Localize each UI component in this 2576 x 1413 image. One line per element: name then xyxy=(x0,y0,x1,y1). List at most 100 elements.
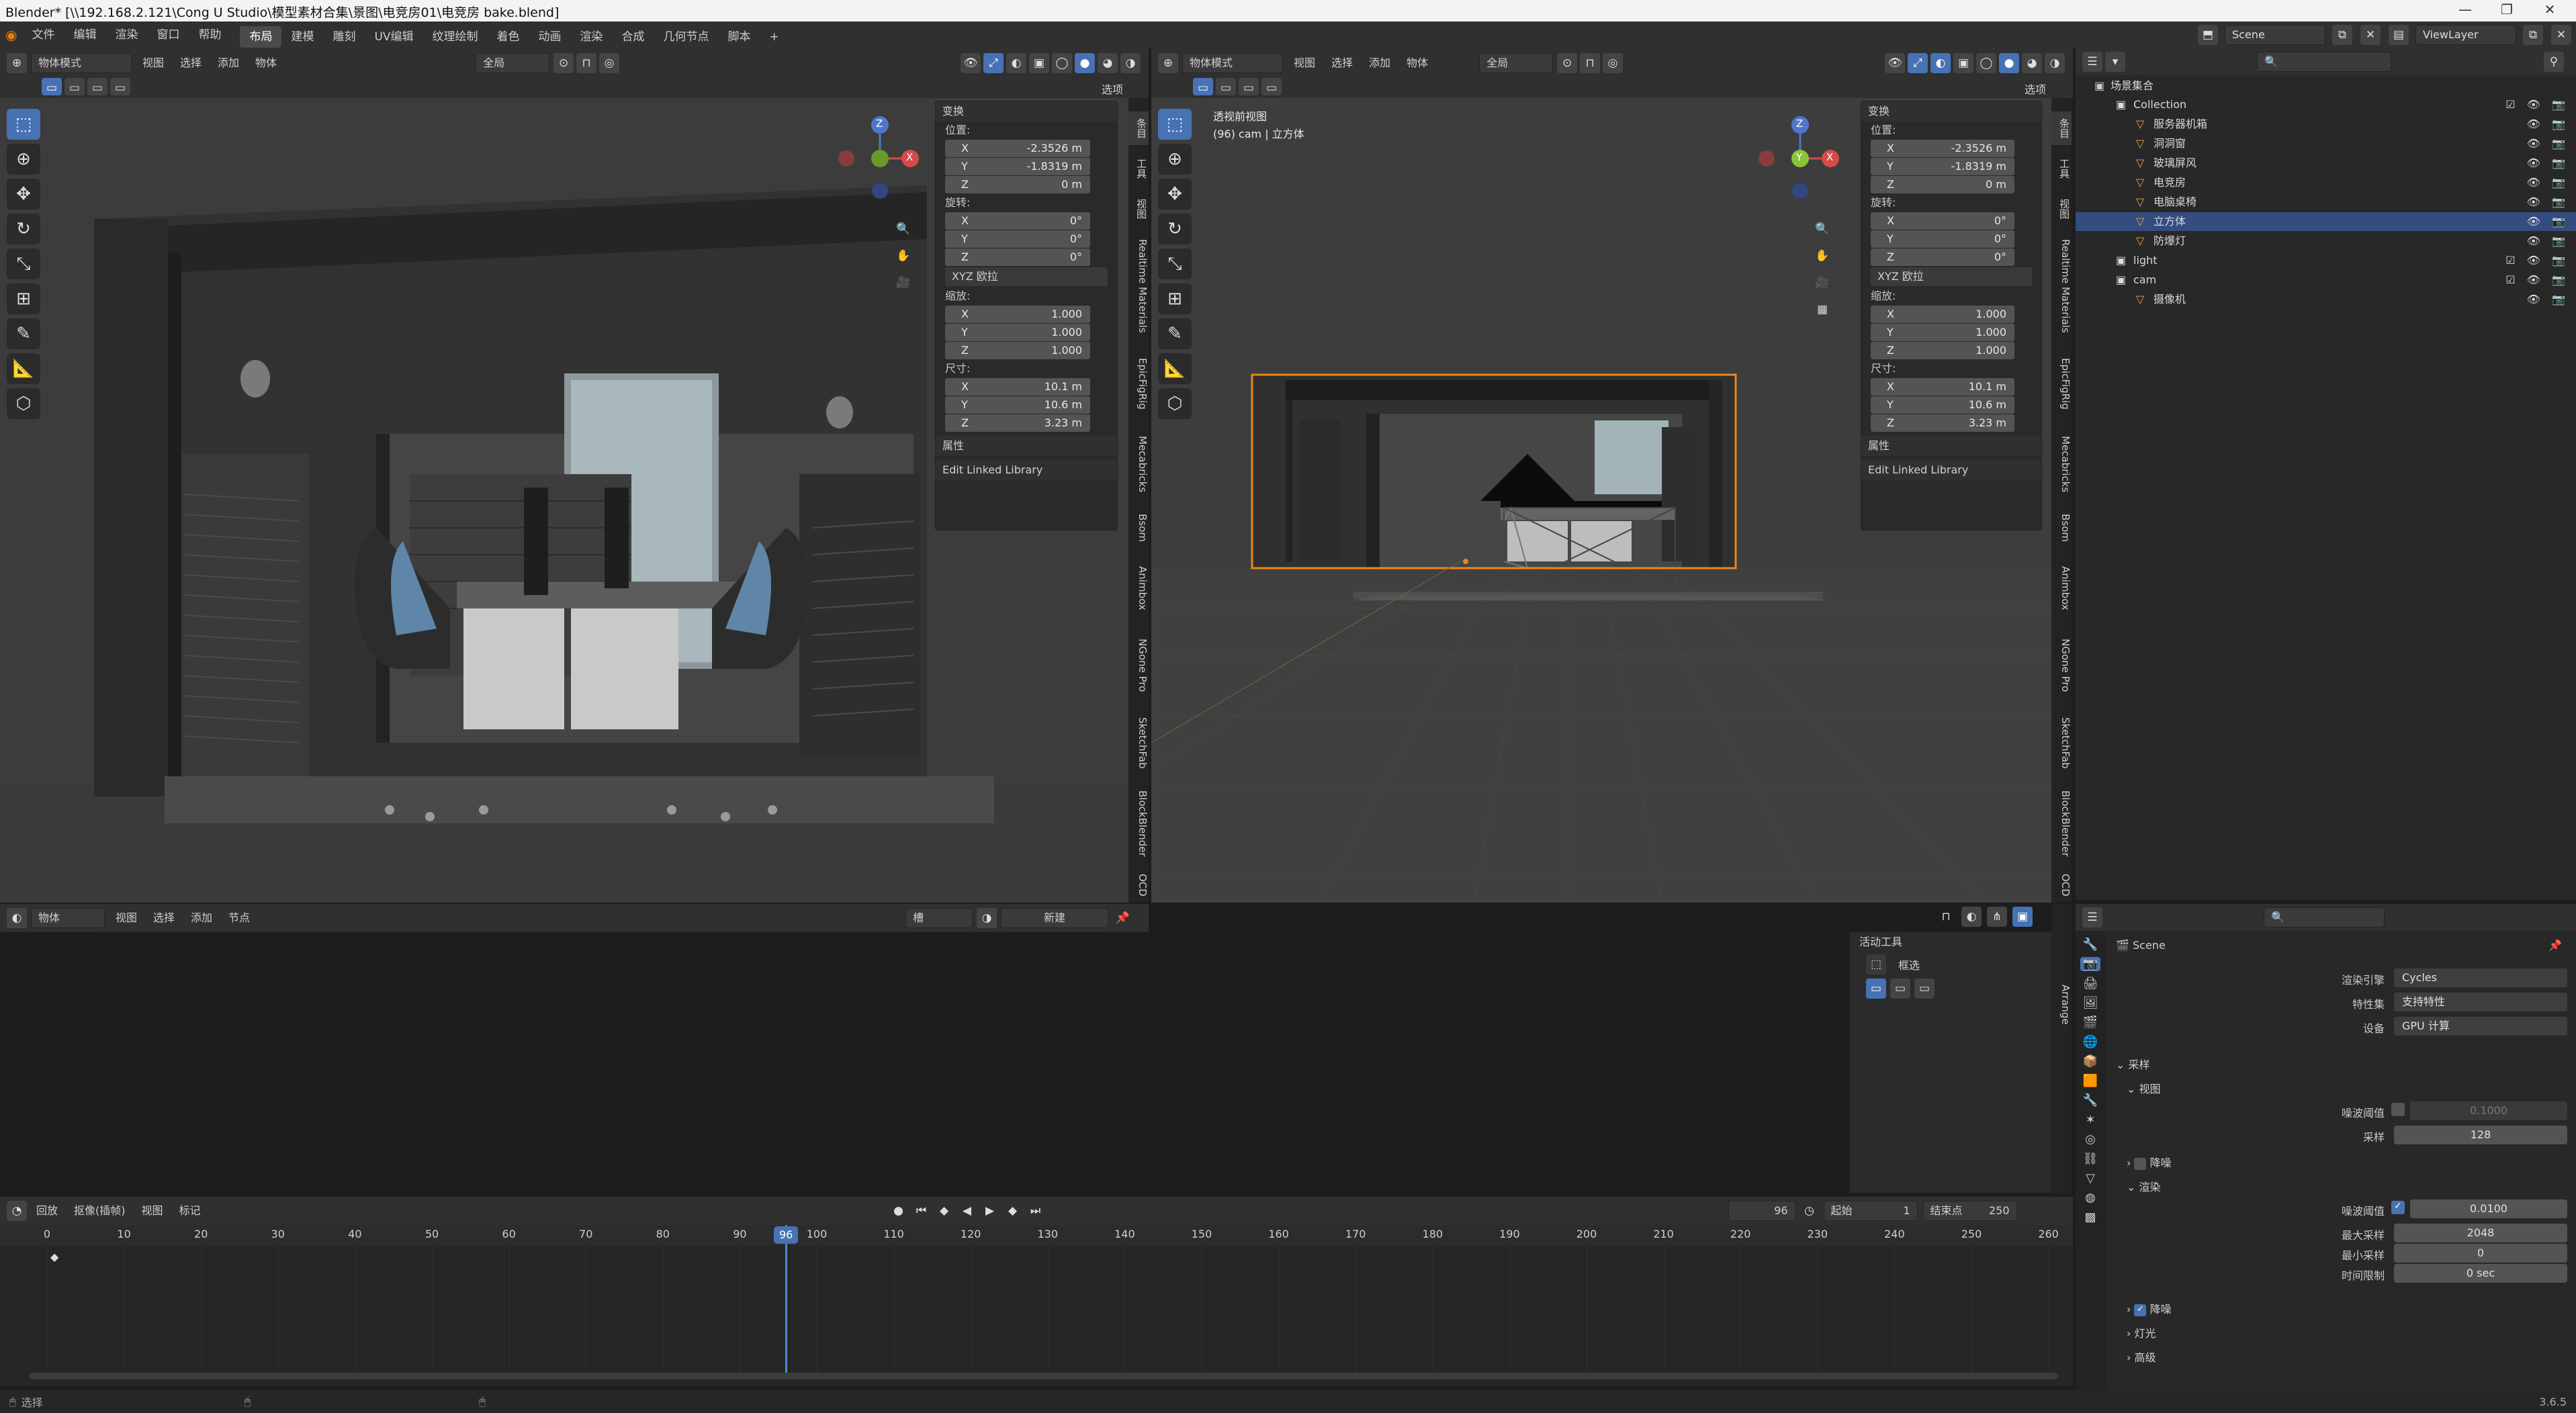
data-tab-icon[interactable]: ▽ xyxy=(2086,1171,2095,1185)
menu-file[interactable]: 文件 xyxy=(22,21,64,48)
menu-add[interactable]: 添加 xyxy=(210,48,247,78)
sidebar-tab-blockblender[interactable]: BlockBlender xyxy=(1128,783,1149,864)
max-samples-field[interactable]: 2048 xyxy=(2394,1224,2567,1242)
workspace-tab-rendering[interactable]: 渲染 xyxy=(571,26,613,48)
mode-dropdown[interactable]: 物体模式 xyxy=(31,53,132,73)
menu-node[interactable]: 节点 xyxy=(220,903,258,933)
menu-view[interactable]: 视图 xyxy=(134,1196,171,1226)
particles-tab-icon[interactable]: ✶ xyxy=(2085,1113,2095,1127)
sidebar-tab-ngone-pro[interactable]: NGone Pro xyxy=(2051,629,2072,702)
playhead[interactable] xyxy=(785,1225,788,1379)
rotation-x-field[interactable]: X 0° xyxy=(1871,212,2014,230)
rotation-z-field[interactable]: Z 0° xyxy=(945,248,1090,266)
visibility-toggle-icons[interactable]: ☑ 👁 📷 xyxy=(2505,95,2569,114)
menu-select[interactable]: 选择 xyxy=(172,48,210,78)
menu-window[interactable]: 窗口 xyxy=(147,21,189,48)
outliner-item[interactable]: ▽ 摄像机 👁 📷 xyxy=(2076,290,2576,309)
camera-view-icon[interactable]: 🎥 xyxy=(893,273,914,293)
material-shading-icon[interactable]: ◕ xyxy=(2022,53,2042,73)
outliner-item[interactable]: ▣ cam ☑ 👁 📷 xyxy=(2076,271,2576,289)
wireframe-shading-icon[interactable]: ◯ xyxy=(1976,53,1996,73)
menu-keying[interactable]: 抠像(插帧) xyxy=(66,1196,134,1226)
rotation-y-field[interactable]: Y 0° xyxy=(1871,230,2014,248)
menu-object[interactable]: 物体 xyxy=(1398,48,1436,78)
material-browse-icon[interactable]: ◑ xyxy=(977,908,997,928)
viewport-denoise-checkbox[interactable] xyxy=(2134,1157,2147,1170)
node-editor-type-icon[interactable]: ◐ xyxy=(7,908,27,928)
transform-section-title[interactable]: 变换 xyxy=(936,101,1117,122)
scale-z-field[interactable]: Z 1.000 xyxy=(945,342,1090,359)
options-button[interactable]: 选项 xyxy=(1102,81,1123,97)
render-tab-icon[interactable]: 📷 xyxy=(2080,957,2101,971)
measure-tool-icon[interactable]: 📐 xyxy=(1158,353,1192,384)
outliner-item[interactable]: ▽ 电脑桌椅 👁 📷 xyxy=(2076,193,2576,212)
properties-search-field[interactable]: 🔍 xyxy=(2264,907,2385,927)
jump-end-icon[interactable]: ⏭ xyxy=(1026,1201,1046,1221)
sidebar-tab-tool[interactable]: 工具 xyxy=(2051,152,2072,185)
scale-y-field[interactable]: Y 1.000 xyxy=(1871,324,2014,341)
advanced-section[interactable]: › 高级 xyxy=(2127,1349,2156,1365)
maximize-button[interactable]: ❐ xyxy=(2493,1,2520,17)
end-frame-field[interactable]: 结束点 250 xyxy=(1922,1201,2017,1221)
material-shading-icon[interactable]: ◕ xyxy=(1098,53,1118,73)
rotation-mode-dropdown[interactable]: XYZ 欧拉 xyxy=(1871,267,2032,286)
output-tab-icon[interactable]: 🖨 xyxy=(2083,976,2098,991)
edit-linked-library-section[interactable]: Edit Linked Library xyxy=(1861,460,2041,480)
render-engine-dropdown[interactable]: Cycles xyxy=(2394,968,2567,987)
mode-dropdown[interactable]: 物体模式 xyxy=(1182,53,1283,73)
render-denoise-checkbox[interactable]: ✓ xyxy=(2134,1304,2147,1316)
scale-x-field[interactable]: X 1.000 xyxy=(945,306,1090,323)
prev-keyframe-icon[interactable]: ◆ xyxy=(934,1201,954,1221)
overlay-icon[interactable]: ◐ xyxy=(1961,907,1982,927)
snap-icon[interactable]: ⊓ xyxy=(576,53,597,73)
outliner-editor-type-icon[interactable]: ☰ xyxy=(2082,52,2102,72)
visibility-toggle-icons[interactable]: 👁 📷 xyxy=(2527,173,2569,192)
object-tab-icon[interactable]: 🟧 xyxy=(2083,1074,2098,1088)
timeline-editor-type-icon[interactable]: ◔ xyxy=(7,1201,27,1221)
outliner-item[interactable]: ▽ 防爆灯 👁 📷 xyxy=(2076,232,2576,250)
new-view-layer-icon[interactable]: ⧉ xyxy=(2523,25,2543,45)
menu-object[interactable]: 物体 xyxy=(247,48,285,78)
close-button[interactable]: ✕ xyxy=(2536,1,2563,17)
sidebar-tab-bsom[interactable]: Bsom xyxy=(2051,508,2072,548)
outliner-item[interactable]: ▽ 玻璃屏风 👁 📷 xyxy=(2076,154,2576,173)
workspace-tab-scripting[interactable]: 脚本 xyxy=(719,26,760,48)
sidebar-tab-epicfigrig[interactable]: EpicFigRig xyxy=(2051,347,2072,420)
viewport-sampling-section[interactable]: ⌄ 视图 xyxy=(2127,1080,2161,1096)
start-frame-field[interactable]: 起始 1 xyxy=(1823,1201,1918,1221)
menu-render[interactable]: 渲染 xyxy=(105,21,147,48)
gizmo-toggle-icon[interactable]: ⤢ xyxy=(1908,53,1928,73)
xray-icon[interactable]: ▣ xyxy=(1029,53,1049,73)
outliner-item[interactable]: ▽ 洞洞窗 👁 📷 xyxy=(2076,134,2576,153)
location-x-field[interactable]: X -2.3526 m xyxy=(945,140,1090,157)
select-box-tool-icon[interactable]: ⬚ xyxy=(1866,954,1886,974)
physics-tab-icon[interactable]: ◎ xyxy=(2085,1132,2096,1146)
outliner-scene-collection[interactable]: ▣ 场景集合 xyxy=(2076,77,2576,95)
timeline-area[interactable]: 0 10 20 30 40 50 60 70 80 90 100 110 120 130 140 150 160… xyxy=(0,1225,2073,1386)
render-denoise-section[interactable]: › ✓ 降噪 xyxy=(2127,1300,2172,1316)
dimensions-z-field[interactable]: Z 3.23 m xyxy=(945,414,1090,432)
feature-set-dropdown[interactable]: 支持特性 xyxy=(2394,993,2567,1011)
filter-icon[interactable]: ⚲ xyxy=(2544,52,2564,72)
sidebar-tab-bsom[interactable]: Bsom xyxy=(1128,508,1149,548)
select-box-tool-icon[interactable]: ⬚ xyxy=(1158,109,1192,140)
select-mode-subtract-icon[interactable]: ▭ xyxy=(87,78,107,95)
sidebar-tab-mecabricks[interactable]: Mecabricks xyxy=(2051,427,2072,501)
visibility-toggle-icons[interactable]: 👁 📷 xyxy=(2527,115,2569,134)
proportional-edit-icon[interactable]: ◎ xyxy=(599,53,620,73)
outliner-item[interactable]: ▣ light ☑ 👁 📷 xyxy=(2076,251,2576,270)
rotation-y-field[interactable]: Y 0° xyxy=(945,230,1090,248)
collection-tab-icon[interactable]: 📦 xyxy=(2083,1054,2098,1068)
sidebar-tab-arrange[interactable]: Arrange xyxy=(2051,978,2072,1032)
select-mode-subtract-icon[interactable]: ▭ xyxy=(1239,78,1259,95)
blender-logo-icon[interactable]: ◉ xyxy=(0,21,22,48)
outliner-search-field[interactable]: 🔍 xyxy=(2257,52,2391,72)
menu-view[interactable]: 视图 xyxy=(1286,48,1323,78)
constraints-tab-icon[interactable]: ⛓ xyxy=(2083,1152,2098,1166)
dimensions-x-field[interactable]: X 10.1 m xyxy=(1871,378,2014,396)
menu-edit[interactable]: 编辑 xyxy=(64,21,105,48)
scale-z-field[interactable]: Z 1.000 xyxy=(1871,342,2014,359)
sidebar-tab-sketchfab[interactable]: SketchFab xyxy=(1128,709,1149,776)
outliner-item[interactable]: ▽ 电竞房 👁 📷 xyxy=(2076,173,2576,192)
dimensions-y-field[interactable]: Y 10.6 m xyxy=(1871,396,2014,414)
